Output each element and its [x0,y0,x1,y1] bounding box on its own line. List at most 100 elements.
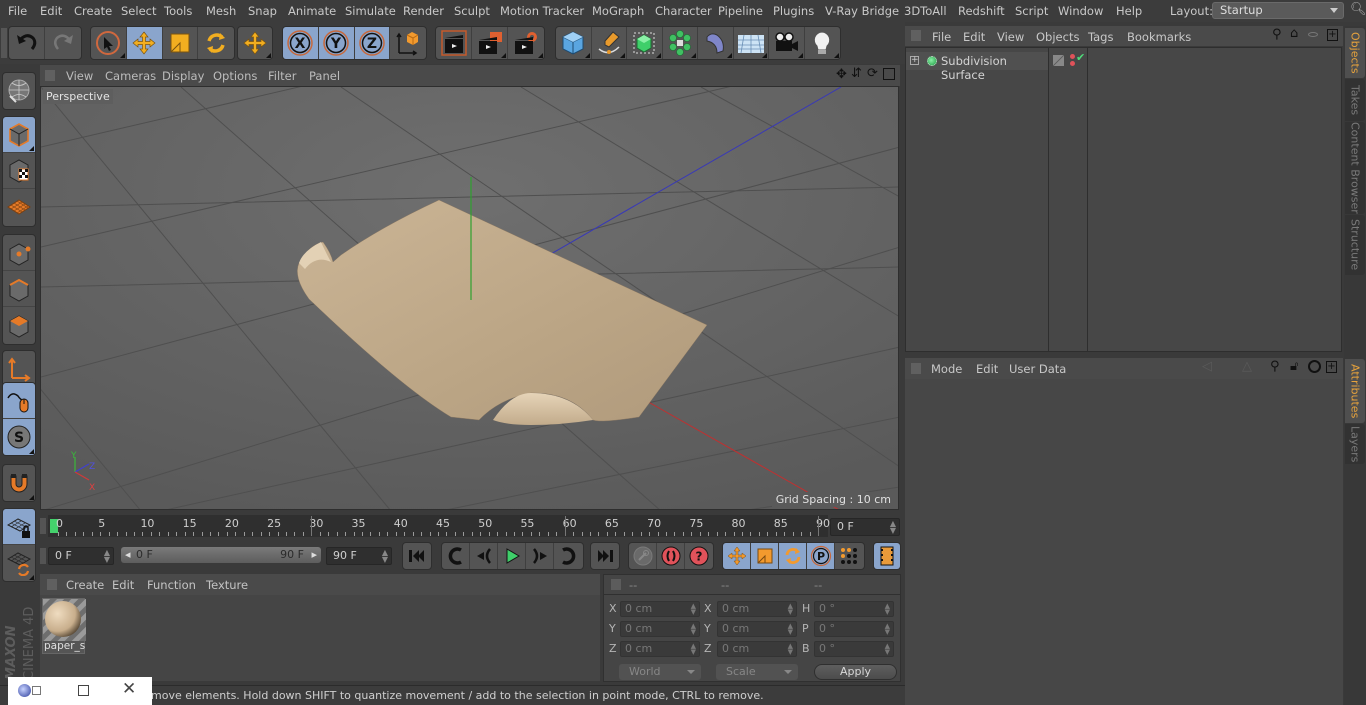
spinner-icon[interactable]: ▲ ▼ [885,643,890,656]
workplane-align-button[interactable] [3,545,35,581]
playback-grip[interactable] [40,548,46,564]
workplane-mode-button[interactable] [3,189,35,225]
menu-animate[interactable]: Animate [288,4,336,18]
range-left-arrow-icon[interactable]: ◂ [125,547,131,563]
apply-button[interactable]: Apply [814,664,897,680]
tweak-mode-button[interactable] [3,383,35,419]
next-frame-button[interactable] [526,543,554,569]
spinner-icon[interactable]: ▲ ▼ [788,643,793,656]
undo-button[interactable] [9,27,45,59]
search-icon[interactable]: ⚲ [1272,27,1282,42]
dolly-icon[interactable]: ⇵ [851,66,862,81]
timeline-window-button[interactable] [874,543,900,569]
tab-layers[interactable]: Layers [1345,424,1365,464]
previous-key-button[interactable] [442,543,470,569]
menu-pipeline[interactable]: Pipeline [718,4,763,18]
scale-tool-button[interactable] [163,27,199,59]
expand-icon[interactable]: + [910,56,919,65]
new-window-icon[interactable]: + [1327,29,1338,41]
spinner-icon[interactable]: ▲ ▼ [691,643,696,656]
menu-redshift[interactable]: Redshift [958,4,1005,18]
material-grip[interactable] [47,579,57,590]
new-window-icon[interactable]: + [1326,361,1337,373]
coordinate-space-dropdown[interactable]: World [619,664,701,680]
restore-icon[interactable] [32,686,41,695]
viewport-menu-options[interactable]: Options [213,69,257,83]
spinner-icon[interactable]: ▲ ▼ [885,623,890,636]
menu-snap[interactable]: Snap [248,4,277,18]
record-key-button[interactable] [629,543,657,569]
home-icon[interactable]: ⌂ [1290,26,1298,41]
z-axis-lock-button[interactable]: Z [354,27,391,59]
polygons-mode-button[interactable] [3,307,35,343]
menu-window[interactable]: Window [1058,4,1103,18]
visibility-dot-render-icon[interactable] [1070,61,1075,66]
spinner-icon[interactable]: ▲ ▼ [691,603,696,616]
menu-render[interactable]: Render [403,4,444,18]
add-camera-button[interactable] [769,27,805,59]
menu-3dtoall[interactable]: 3DToAll [904,4,947,18]
scale-track-button[interactable] [751,543,779,569]
render-view-button[interactable] [436,27,472,59]
y-axis-lock-button[interactable]: Y [318,27,355,59]
coordinate-field[interactable]: 0 ° ▲ ▼ [814,641,894,657]
tab-structure[interactable]: Structure [1345,215,1365,275]
parameter-track-button[interactable]: P [807,543,835,569]
menu-help[interactable]: Help [1116,4,1142,18]
editor-visibility-icon[interactable] [1053,55,1064,66]
coordinate-field[interactable]: 0 cm ▲ ▼ [620,621,700,637]
model-mode-button[interactable] [3,117,35,153]
spinner-icon[interactable]: ▲ ▼ [788,603,793,616]
attribute-manager-grip[interactable] [911,363,921,374]
add-cloner-button[interactable] [663,27,698,59]
coordinate-field[interactable]: 0 cm ▲ ▼ [620,601,700,617]
rotate-tool-button[interactable] [198,27,234,59]
redo-button[interactable] [45,27,81,59]
viewport-menu-cameras[interactable]: Cameras [105,69,156,83]
timeline-ruler[interactable]: 0 5 10 15 20 25 30 35 40 45 50 55 60 65 70 75 80 85 90 [48,515,830,537]
maximize-icon[interactable] [78,685,89,696]
size-mode-dropdown[interactable]: Scale [716,664,798,680]
material-menu-function[interactable]: Function [147,578,196,592]
live-selection-button[interactable] [91,27,127,59]
object-manager-grip[interactable] [911,30,921,41]
spinner-icon[interactable]: ▲ ▼ [890,520,896,535]
previous-frame-button[interactable] [470,543,498,569]
menu-simulate[interactable]: Simulate [345,4,396,18]
target-icon[interactable] [1308,360,1321,373]
play-button[interactable] [498,543,526,569]
menu-file[interactable]: File [8,4,27,18]
add-cube-button[interactable] [556,27,592,59]
menu-mograph[interactable]: MoGraph [592,4,644,18]
object-name[interactable]: Subdivision Surface [941,54,1048,82]
lock-icon[interactable]: 🔓︎ [1290,359,1298,374]
objects-menu-file[interactable]: File [932,30,951,44]
go-to-end-button[interactable] [591,543,619,569]
next-key-button[interactable] [554,543,582,569]
go-to-start-button[interactable] [403,543,431,569]
menu-vray-bridge[interactable]: V-Ray Bridge [825,4,899,18]
position-track-button[interactable] [723,543,751,569]
material-menu-texture[interactable]: Texture [206,578,248,592]
points-mode-button[interactable] [3,235,35,271]
recent-tool-button[interactable] [238,27,272,59]
camera-label[interactable]: Perspective [43,89,113,104]
menu-motion-tracker[interactable]: Motion Tracker [500,4,584,18]
solo-mode-button[interactable]: S [3,419,35,455]
spinner-icon[interactable]: ▲ ▼ [104,549,110,564]
toolbar-grip[interactable] [1,28,7,58]
search-icon[interactable]: 🔍︎ [1350,2,1366,17]
close-icon[interactable]: ✕ [122,679,136,699]
coordinates-grip[interactable] [611,579,621,590]
attributes-menu-mode[interactable]: Mode [931,362,962,376]
end-frame-field[interactable]: 90 F ▲ ▼ [326,547,392,565]
frame-range-slider[interactable]: ◂ 0 F 90 F ▸ [121,547,321,563]
spinner-icon[interactable]: ▲ ▼ [788,623,793,636]
menu-select[interactable]: Select [121,4,156,18]
menu-edit[interactable]: Edit [40,4,62,18]
layout-select[interactable]: Startup [1212,2,1344,19]
spinner-icon[interactable]: ▲ ▼ [382,549,388,564]
tab-objects[interactable]: Objects [1345,28,1365,78]
search-icon[interactable]: ⚲ [1270,359,1280,374]
timeline-grip[interactable] [40,518,46,534]
